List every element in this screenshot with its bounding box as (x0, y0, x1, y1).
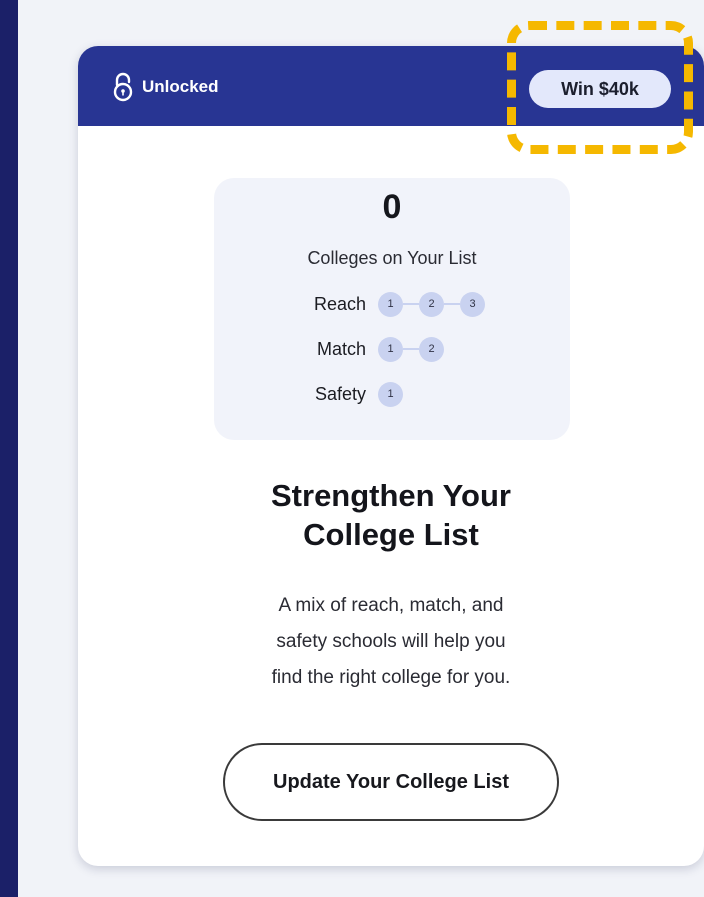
card-description: A mix of reach, match, and safety school… (78, 588, 704, 696)
tier-row-match: Match 1 2 (290, 335, 444, 363)
step-dot: 2 (419, 291, 444, 317)
page-panel: Unlocked Win $40k 0 Colleges on Your Lis… (18, 0, 704, 897)
step-dot: 1 (378, 381, 403, 407)
college-count: 0 (382, 188, 402, 226)
win-badge[interactable]: Win $40k (529, 70, 671, 108)
college-list-card: Unlocked Win $40k 0 Colleges on Your Lis… (78, 46, 704, 866)
card-title-line: College List (303, 517, 479, 552)
tier-row-safety: Safety 1 (290, 380, 403, 408)
tier-steps: 1 2 (378, 336, 444, 362)
card-title-line: Strengthen Your (271, 478, 511, 513)
step-dot: 1 (378, 291, 403, 317)
step-dot: 1 (378, 336, 403, 362)
college-count-summary: 0 Colleges on Your List Reach 1 2 3 Matc… (214, 178, 570, 440)
tier-row-reach: Reach 1 2 3 (290, 290, 485, 318)
tier-label: Reach (313, 293, 366, 314)
step-dot: 2 (419, 336, 444, 362)
description-line: A mix of reach, match, and (278, 595, 504, 616)
status-label: Unlocked (142, 77, 219, 96)
card-header: Unlocked Win $40k (78, 46, 704, 126)
update-college-list-button[interactable]: Update Your College List (223, 743, 559, 821)
tier-steps: 1 (378, 381, 403, 407)
unlocked-padlock-icon (113, 72, 133, 102)
description-line: find the right college for you. (271, 667, 511, 688)
step-dot: 3 (460, 291, 485, 317)
step-connector (403, 303, 419, 305)
card-title: Strengthen Your College List (78, 476, 704, 554)
unlocked-status: Unlocked (112, 72, 219, 102)
tier-steps: 1 2 3 (378, 291, 485, 317)
description-line: safety schools will help you (276, 631, 506, 652)
tier-label: Safety (314, 383, 366, 404)
tier-label: Match (316, 338, 366, 359)
college-count-label: Colleges on Your List (307, 248, 477, 268)
step-connector (444, 303, 460, 305)
step-connector (403, 348, 419, 350)
